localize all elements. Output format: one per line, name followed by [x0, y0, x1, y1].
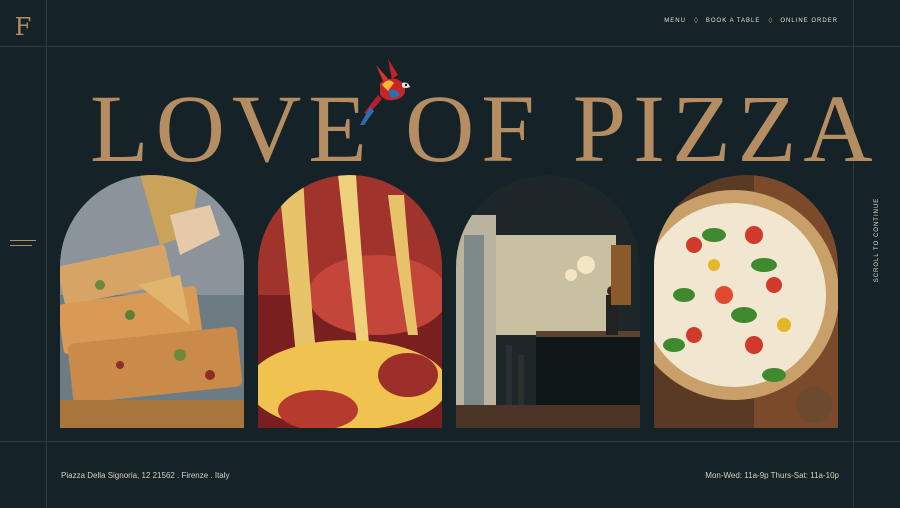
- cheese-pull-photo: [258, 175, 442, 428]
- top-navigation: MENU ◊ BOOK A TABLE ◊ ONLINE ORDER: [664, 16, 838, 25]
- nav-online-order-link[interactable]: ONLINE ORDER: [780, 18, 838, 24]
- scroll-to-continue[interactable]: SCROLL TO CONTINUE: [874, 198, 880, 283]
- nav-menu-link[interactable]: MENU: [664, 18, 686, 24]
- restaurant-bar-photo: [456, 175, 640, 428]
- parrot-illustration: [360, 59, 412, 125]
- footer-hours: Mon-Wed: 11a-9p Thurs-Sat: 11a-10p: [705, 471, 839, 480]
- top-frame-line: [0, 46, 900, 47]
- nav-book-table-link[interactable]: BOOK A TABLE: [706, 18, 760, 24]
- bottom-frame-line: [0, 441, 900, 442]
- scroll-label: SCROLL TO CONTINUE: [874, 197, 880, 283]
- photo-gallery: [60, 175, 840, 428]
- hero-title: LOVE OF PIZZA: [90, 75, 880, 182]
- left-frame-line: [46, 0, 47, 508]
- footer-address: Piazza Della Signoria, 12 21562 . Firenz…: [61, 471, 230, 480]
- margherita-pizza-photo: [654, 175, 838, 428]
- diamond-separator-icon: ◊: [693, 16, 698, 25]
- brand-logo[interactable]: F: [12, 12, 34, 42]
- hamburger-menu-icon[interactable]: [10, 240, 36, 250]
- flatbread-pizza-photo: [60, 175, 244, 428]
- diamond-separator-icon: ◊: [768, 16, 773, 25]
